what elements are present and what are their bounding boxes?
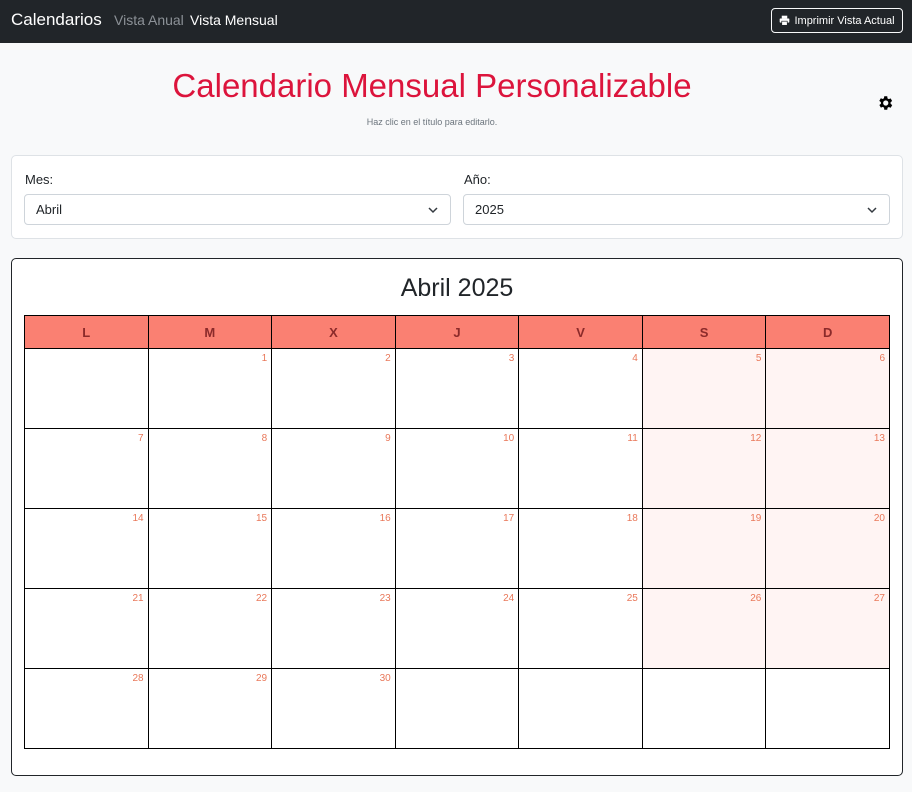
week-row: 14 15 16 17 18 19 20 bbox=[24, 508, 890, 589]
page-subtitle: Haz clic en el título para editarlo. bbox=[366, 117, 498, 127]
year-label: Año: bbox=[464, 172, 491, 187]
day-cell[interactable]: 30 bbox=[271, 668, 396, 749]
week-row: 7 8 9 10 11 12 13 bbox=[24, 428, 890, 509]
selector-card: Mes: Abril Año: 2025 bbox=[11, 155, 903, 239]
week-row: 28 29 30 bbox=[24, 668, 890, 749]
day-cell[interactable]: 14 bbox=[24, 508, 149, 589]
calendar-title: Abril 2025 bbox=[400, 274, 514, 302]
weekday-header: D bbox=[765, 315, 890, 349]
day-cell[interactable]: 24 bbox=[394, 588, 520, 669]
day-cell[interactable]: 28 bbox=[24, 668, 149, 749]
day-cell[interactable]: 26 bbox=[641, 588, 767, 669]
calendar-grid: L M X J V S D 1 2 3 4 5 6 7 8 9 10 11 12… bbox=[24, 315, 890, 749]
weekday-header: J bbox=[394, 315, 520, 349]
printer-icon bbox=[780, 15, 790, 26]
day-cell bbox=[765, 668, 890, 749]
day-cell[interactable]: 15 bbox=[147, 508, 273, 589]
day-cell[interactable]: 17 bbox=[394, 508, 520, 589]
month-select-value: Abril bbox=[36, 202, 63, 217]
day-cell bbox=[394, 668, 520, 749]
weekday-header-row: L M X J V S D bbox=[24, 315, 890, 349]
day-cell[interactable]: 23 bbox=[271, 588, 396, 669]
month-label: Mes: bbox=[25, 172, 54, 187]
year-select-value: 2025 bbox=[475, 202, 504, 217]
week-row: 1 2 3 4 5 6 bbox=[24, 348, 890, 429]
day-cell[interactable]: 4 bbox=[518, 348, 643, 429]
year-select[interactable]: 2025 bbox=[463, 194, 890, 225]
nav-link-vista-anual[interactable]: Vista Anual bbox=[114, 12, 184, 28]
navbar-brand[interactable]: Calendarios bbox=[11, 10, 102, 30]
day-cell[interactable]: 16 bbox=[271, 508, 396, 589]
print-button[interactable]: Imprimir Vista Actual bbox=[771, 8, 903, 33]
day-cell[interactable]: 27 bbox=[765, 588, 890, 669]
day-cell[interactable]: 21 bbox=[24, 588, 149, 669]
day-cell[interactable]: 29 bbox=[147, 668, 273, 749]
day-cell[interactable]: 1 bbox=[147, 348, 273, 429]
day-cell[interactable]: 5 bbox=[641, 348, 767, 429]
calendar-card: Abril 2025 L M X J V S D 1 2 3 4 5 6 7 8… bbox=[11, 258, 903, 776]
nav-link-vista-mensual[interactable]: Vista Mensual bbox=[190, 12, 278, 28]
navbar: Calendarios Vista Anual Vista Mensual Im… bbox=[0, 0, 912, 43]
day-cell[interactable]: 19 bbox=[641, 508, 767, 589]
week-row: 21 22 23 24 25 26 27 bbox=[24, 588, 890, 669]
day-cell[interactable]: 6 bbox=[765, 348, 890, 429]
day-cell[interactable]: 11 bbox=[518, 428, 643, 509]
day-cell[interactable]: 22 bbox=[147, 588, 273, 669]
weekday-header: S bbox=[641, 315, 767, 349]
weekday-header: V bbox=[518, 315, 643, 349]
day-cell bbox=[518, 668, 643, 749]
day-cell[interactable]: 13 bbox=[765, 428, 890, 509]
page-title[interactable]: Calendario Mensual Personalizable bbox=[0, 66, 864, 106]
weekday-header: X bbox=[271, 315, 396, 349]
day-cell[interactable]: 12 bbox=[641, 428, 767, 509]
day-cell bbox=[24, 348, 149, 429]
day-cell[interactable]: 25 bbox=[518, 588, 643, 669]
print-button-label: Imprimir Vista Actual bbox=[794, 14, 895, 27]
day-cell[interactable]: 7 bbox=[24, 428, 149, 509]
day-cell[interactable]: 8 bbox=[147, 428, 273, 509]
chevron-down-icon bbox=[428, 207, 438, 214]
day-cell[interactable]: 10 bbox=[394, 428, 520, 509]
chevron-down-icon bbox=[867, 207, 877, 214]
day-cell[interactable]: 3 bbox=[394, 348, 520, 429]
gear-icon[interactable] bbox=[876, 94, 894, 112]
weekday-header: L bbox=[24, 315, 149, 349]
day-cell[interactable]: 20 bbox=[765, 508, 890, 589]
day-cell[interactable]: 2 bbox=[271, 348, 396, 429]
day-cell[interactable]: 9 bbox=[271, 428, 396, 509]
day-cell bbox=[641, 668, 767, 749]
weekday-header: M bbox=[147, 315, 273, 349]
month-select[interactable]: Abril bbox=[24, 194, 451, 225]
day-cell[interactable]: 18 bbox=[518, 508, 643, 589]
